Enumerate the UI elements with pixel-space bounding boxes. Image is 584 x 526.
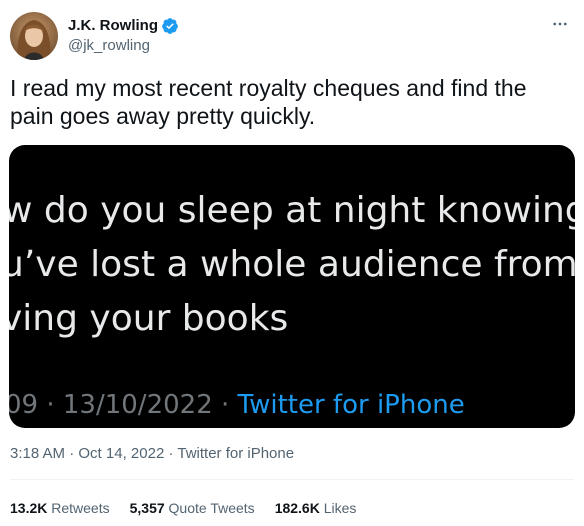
media-text-line-3: ving your books xyxy=(9,298,289,339)
tweet-date[interactable]: Oct 14, 2022 xyxy=(78,445,164,462)
media-text-line-1: w do you sleep at night knowing xyxy=(9,190,575,231)
more-horizontal-icon xyxy=(553,22,567,26)
quote-tweets-stat[interactable]: 5,357 Quote Tweets xyxy=(130,498,255,518)
likes-count: 182.6K xyxy=(274,500,320,516)
more-options-button[interactable] xyxy=(550,14,570,34)
name-row: J.K. Rowling xyxy=(68,16,179,36)
likes-label: Likes xyxy=(323,500,357,516)
tweet-card: J.K. Rowling @jk_rowling I read my most … xyxy=(0,0,584,526)
media-meta-line: 09 · 13/10/2022 · Twitter for iPhone xyxy=(9,389,465,421)
author-handle[interactable]: @jk_rowling xyxy=(68,36,179,56)
retweets-count: 13.2K xyxy=(10,500,48,516)
quote-tweets-label: Quote Tweets xyxy=(168,500,255,516)
author-name[interactable]: J.K. Rowling xyxy=(68,16,158,36)
media-meta-date: 09 · 13/10/2022 · xyxy=(9,390,238,420)
likes-stat[interactable]: 182.6K Likes xyxy=(275,498,357,518)
verified-badge-icon xyxy=(161,17,179,35)
media-meta-source: Twitter for iPhone xyxy=(237,390,465,420)
avatar[interactable] xyxy=(10,12,58,60)
tweet-media-image[interactable]: w do you sleep at night knowing u’ve los… xyxy=(9,145,575,428)
meta-separator: · xyxy=(65,445,79,462)
retweets-stat[interactable]: 13.2K Retweets xyxy=(10,498,110,518)
tweet-source[interactable]: Twitter for iPhone xyxy=(177,445,294,462)
divider xyxy=(10,479,574,480)
tweet-time[interactable]: 3:18 AM xyxy=(10,445,65,462)
media-text-line-2: u’ve lost a whole audience from xyxy=(9,244,575,285)
retweets-label: Retweets xyxy=(51,500,110,516)
meta-separator: · xyxy=(164,445,178,462)
name-block: J.K. Rowling @jk_rowling xyxy=(68,16,179,56)
tweet-stats: 13.2K Retweets 5,357 Quote Tweets 182.6K… xyxy=(10,498,376,518)
tweet-text: I read my most recent royalty cheques an… xyxy=(10,75,527,129)
tweet-header: J.K. Rowling @jk_rowling xyxy=(10,12,179,60)
tweet-timestamp: 3:18 AM · Oct 14, 2022 · Twitter for iPh… xyxy=(10,444,294,464)
quote-tweets-count: 5,357 xyxy=(129,500,165,516)
